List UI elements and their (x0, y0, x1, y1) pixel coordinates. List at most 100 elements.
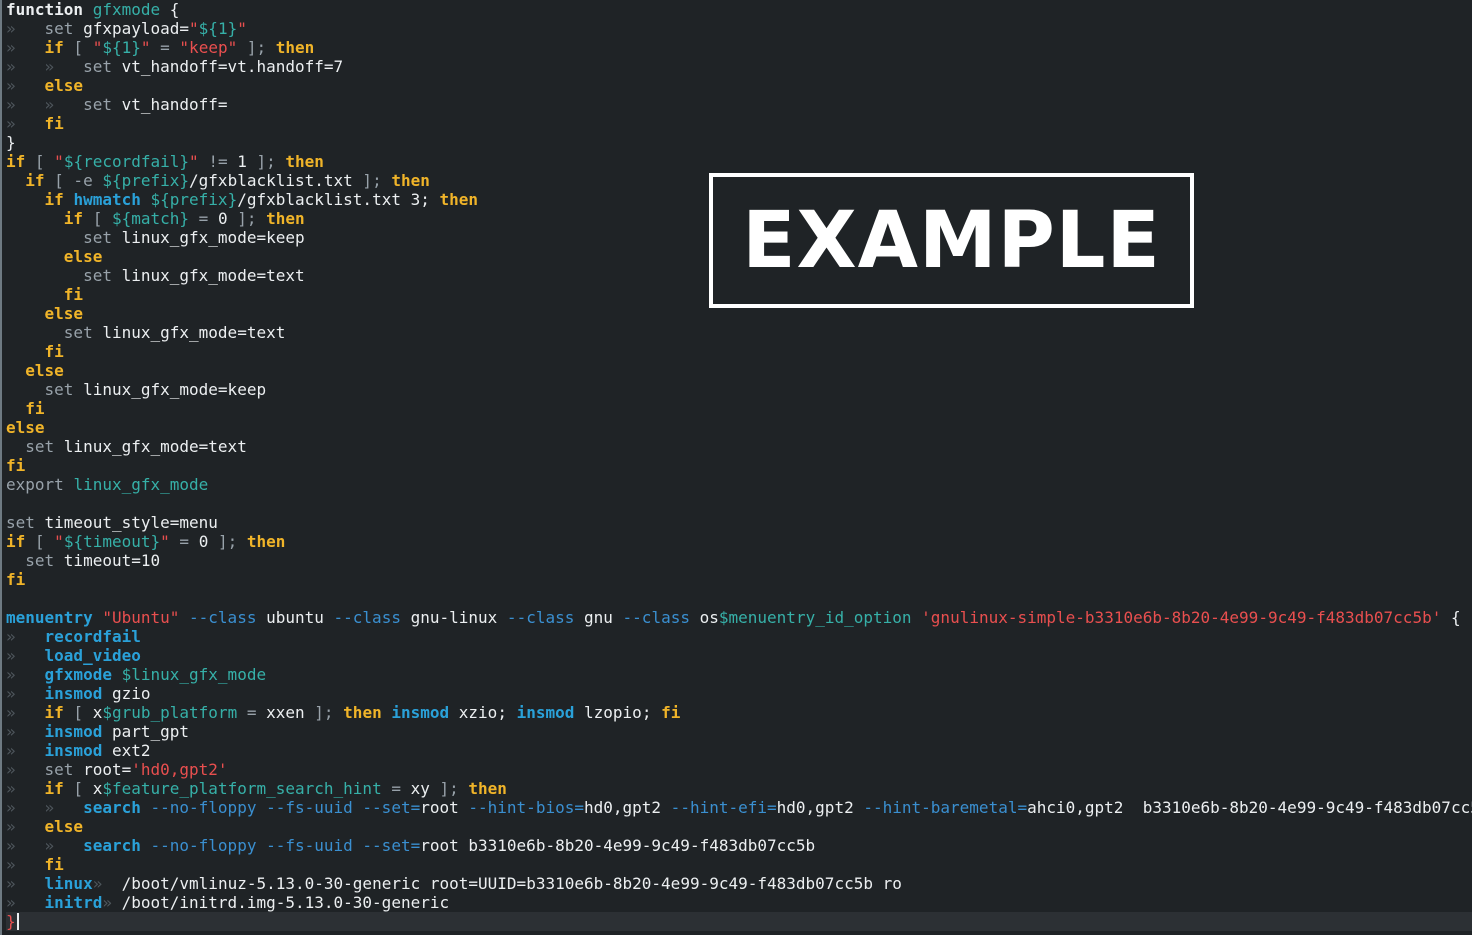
code-token: » » (6, 836, 84, 855)
code-token: } (6, 912, 16, 931)
code-line[interactable]: » linux» /boot/vmlinuz-5.13.0-30-generic… (6, 874, 1472, 893)
code-token: " (92, 38, 103, 57)
code-token: ]; (352, 171, 392, 190)
code-token: ahci0,gpt2 b3310e6b-8b20-4e99-9c49-f483d… (1027, 798, 1472, 817)
code-line[interactable]: » if [ x$feature_platform_search_hint = … (6, 779, 1472, 798)
code-token: xxen (266, 703, 305, 722)
code-token: then (343, 703, 392, 722)
code-token: = (237, 703, 267, 722)
code-token: xzio; (458, 703, 517, 722)
code-token: linux (44, 874, 93, 893)
code-line[interactable]: » if [ "${1}" = "keep" ]; then (6, 38, 1472, 57)
code-line[interactable]: fi (6, 399, 1472, 418)
code-line[interactable]: » load_video (6, 646, 1472, 665)
code-token: insmod (516, 703, 585, 722)
code-line[interactable]: » initrd» /boot/initrd.img-5.13.0-30-gen… (6, 893, 1472, 912)
code-line[interactable]: » else (6, 817, 1472, 836)
code-token: ]; (246, 152, 286, 171)
code-line[interactable]: if [ "${recordfail}" != 1 ]; then (6, 152, 1472, 171)
code-token: gfxpayload= (83, 19, 190, 38)
code-token: linux_gfx_mode=text (63, 437, 247, 456)
code-token: root= (83, 760, 132, 779)
code-token: then (391, 171, 430, 190)
code-line[interactable]: menuentry "Ubuntu" --class ubuntu --clas… (6, 608, 1472, 627)
code-line[interactable]: fi (6, 342, 1472, 361)
code-token: root b3310e6b-8b20-4e99-9c49-f483db07cc5… (420, 836, 816, 855)
code-token: 'gnulinux-simple-b3310e6b-8b20-4e99-9c49… (911, 608, 1442, 627)
code-token: fi (44, 342, 64, 361)
code-line[interactable]: export linux_gfx_mode (6, 475, 1472, 494)
code-token: then (468, 779, 507, 798)
code-token: $linux_gfx_mode (121, 665, 267, 684)
code-line[interactable]: fi (6, 456, 1472, 475)
code-token: » (6, 703, 45, 722)
code-token: ]; (429, 779, 469, 798)
code-line[interactable]: » set gfxpayload="${1}" (6, 19, 1472, 38)
code-line[interactable]: » gfxmode $linux_gfx_mode (6, 665, 1472, 684)
code-token: set (83, 57, 122, 76)
code-token: » (92, 874, 122, 893)
code-line[interactable] (6, 494, 1472, 513)
code-token: ${timeout} (63, 532, 161, 551)
code-token: --class (497, 608, 584, 627)
code-line[interactable]: » » set vt_handoff=vt.handoff=7 (6, 57, 1472, 76)
code-line[interactable]: fi (6, 570, 1472, 589)
code-line[interactable] (6, 589, 1472, 608)
code-editor[interactable]: function gfxmode {» set gfxpayload="${1}… (0, 0, 1472, 935)
code-token: timeout=10 (63, 551, 161, 570)
code-token: else (25, 361, 64, 380)
code-line[interactable]: set timeout_style=menu (6, 513, 1472, 532)
code-line[interactable]: » set root='hd0,gpt2' (6, 760, 1472, 779)
code-line[interactable]: if [ "${timeout}" = 0 ]; then (6, 532, 1472, 551)
code-token: { (160, 0, 180, 19)
code-token: ]; (304, 703, 344, 722)
code-token: /boot/initrd.img-5.13.0-30-generic (121, 893, 450, 912)
code-line[interactable]: function gfxmode { (6, 0, 1472, 19)
code-line[interactable]: set linux_gfx_mode=keep (6, 380, 1472, 399)
code-line[interactable]: else (6, 418, 1472, 437)
code-token: fi (63, 285, 84, 304)
text-cursor (16, 913, 19, 930)
code-token: os (699, 608, 719, 627)
code-line[interactable]: set timeout=10 (6, 551, 1472, 570)
code-token: » » (6, 798, 84, 817)
code-line[interactable]: » insmod ext2 (6, 741, 1472, 760)
code-token: » (6, 779, 45, 798)
code-lines[interactable]: function gfxmode {» set gfxpayload="${1}… (6, 0, 1472, 931)
code-line[interactable]: » insmod gzio (6, 684, 1472, 703)
code-line[interactable]: } (6, 133, 1472, 152)
code-line[interactable]: set linux_gfx_mode=text (6, 437, 1472, 456)
code-token: linux_gfx_mode=keep (121, 228, 305, 247)
code-token: set (83, 266, 122, 285)
code-line[interactable]: » else (6, 76, 1472, 95)
code-token: hwmatch (73, 190, 151, 209)
code-line[interactable]: » fi (6, 114, 1472, 133)
code-line[interactable]: » insmod part_gpt (6, 722, 1472, 741)
code-line[interactable]: » recordfail (6, 627, 1472, 646)
code-line[interactable]: else (6, 361, 1472, 380)
code-token: xy (410, 779, 430, 798)
code-token: $grub_platform (102, 703, 238, 722)
code-token: if (44, 190, 74, 209)
code-line[interactable]: » » search --no-floppy --fs-uuid --set=r… (6, 836, 1472, 855)
code-token: set (44, 19, 84, 38)
code-token: set (44, 760, 84, 779)
code-token: else (6, 418, 45, 437)
code-line[interactable]: } (6, 912, 1472, 931)
code-token: part_gpt (111, 722, 190, 741)
code-line[interactable]: set linux_gfx_mode=text (6, 323, 1472, 342)
code-token: [ (25, 532, 55, 551)
code-line[interactable]: » » set vt_handoff= (6, 95, 1472, 114)
code-token: --class (179, 608, 267, 627)
code-line[interactable]: » » search --no-floppy --fs-uuid --set=r… (6, 798, 1472, 817)
code-line[interactable]: » fi (6, 855, 1472, 874)
code-token: $menuentry_id_option (718, 608, 912, 627)
code-token: " (140, 38, 151, 57)
code-token: insmod (391, 703, 459, 722)
code-line[interactable]: » if [ x$grub_platform = xxen ]; then in… (6, 703, 1472, 722)
code-token: lzopio; (584, 703, 662, 722)
